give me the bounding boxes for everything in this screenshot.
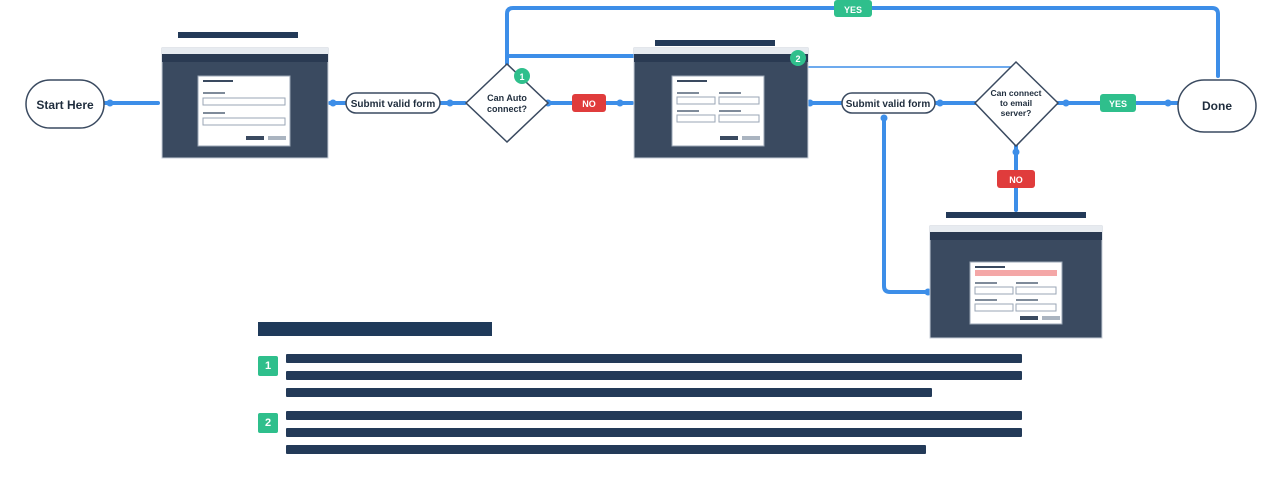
note-2-line-3-redacted <box>286 445 926 454</box>
dot <box>616 99 624 107</box>
submit-form-pill-1[interactable]: Submit valid form <box>345 92 441 114</box>
yes-chip-top: YES <box>834 0 872 17</box>
marker-1: 1 <box>514 68 530 84</box>
notes-legend: 1 2 <box>258 322 1038 468</box>
note-2-line-1-redacted <box>286 411 1022 420</box>
submit-form-pill-2[interactable]: Submit valid form <box>841 92 936 114</box>
edge-screen3-back-to-submit2 <box>882 116 930 294</box>
no-chip-1-label: NO <box>582 99 596 109</box>
dot <box>1164 99 1172 107</box>
start-node-label: Start Here <box>36 98 94 112</box>
note-1-line-3-redacted <box>286 388 932 397</box>
screen-2 <box>633 40 809 159</box>
marker-1-label: 1 <box>519 72 524 82</box>
yes-chip-top-label: YES <box>844 5 862 15</box>
marker-2: 2 <box>790 50 806 66</box>
note-1-line-1-redacted <box>286 354 1022 363</box>
no-chip-2: NO <box>997 170 1035 188</box>
start-node[interactable]: Start Here <box>25 79 105 129</box>
dot <box>1062 99 1070 107</box>
dot <box>329 99 337 107</box>
decision-auto-line-1: Can Auto <box>487 93 527 103</box>
screen-3-error <box>929 212 1103 339</box>
done-node[interactable]: Done <box>1177 79 1257 133</box>
edge-decision1-yes-top <box>505 6 1220 78</box>
done-node-label: Done <box>1202 99 1232 113</box>
decision-auto-line-2: connect? <box>487 104 527 114</box>
note-1-line-2-redacted <box>286 371 1022 380</box>
decision-auto-connect[interactable]: Can Auto connect? <box>464 62 550 144</box>
dot <box>106 99 114 107</box>
no-chip-1: NO <box>572 94 606 112</box>
note-item-2: 2 <box>258 411 1038 454</box>
notes-title-redacted <box>258 322 1038 340</box>
decision-email-line-1: Can connect <box>990 88 1041 98</box>
screen-1 <box>161 32 329 159</box>
yes-chip-right-label: YES <box>1109 99 1127 109</box>
screen-2-caption-redacted <box>655 40 775 46</box>
decision-email-server[interactable]: Can connect to email server? <box>973 60 1060 148</box>
no-chip-2-label: NO <box>1009 175 1023 185</box>
submit-form-label-2: Submit valid form <box>846 99 931 110</box>
decision-email-line-3: server? <box>1001 108 1032 118</box>
dot <box>1012 148 1020 156</box>
screen-1-caption-redacted <box>178 32 298 38</box>
note-2-line-2-redacted <box>286 428 1022 437</box>
note-badge-1: 1 <box>258 356 278 376</box>
dot <box>936 99 944 107</box>
decision-email-line-2: to email <box>1000 98 1032 108</box>
note-item-1: 1 <box>258 354 1038 397</box>
dot <box>446 99 454 107</box>
error-banner <box>975 270 1057 276</box>
dot <box>880 114 888 122</box>
note-badge-2: 2 <box>258 413 278 433</box>
submit-form-label-1: Submit valid form <box>351 99 436 110</box>
marker-2-label: 2 <box>795 54 800 64</box>
screen-3-caption-redacted <box>946 212 1086 218</box>
yes-chip-right: YES <box>1100 94 1136 112</box>
